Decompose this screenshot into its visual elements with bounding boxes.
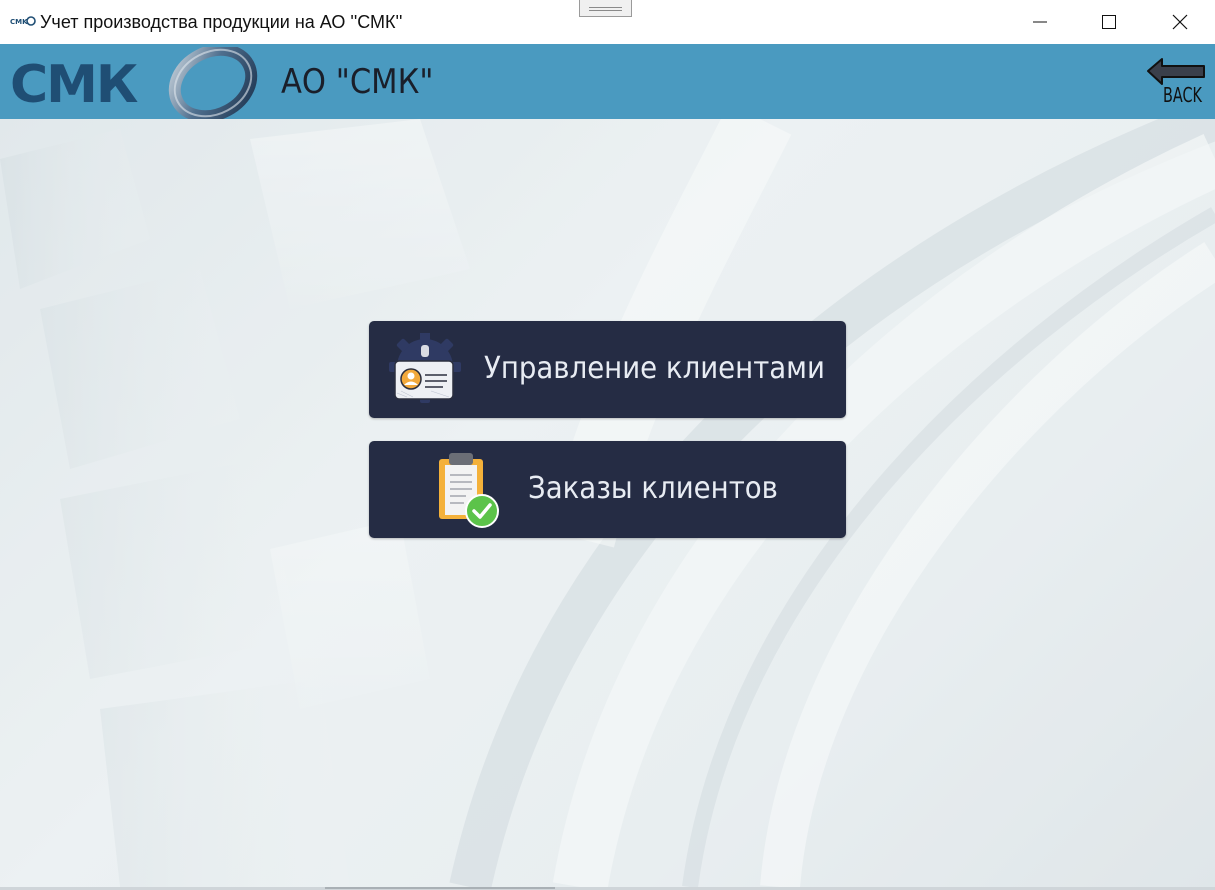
manage-clients-label: Управление клиентами: [484, 351, 825, 386]
maximize-button[interactable]: [1074, 0, 1144, 44]
close-icon: [1172, 14, 1188, 30]
client-card-gear-icon: [389, 333, 461, 403]
client-orders-button[interactable]: Заказы клиентов: [369, 441, 846, 538]
main-content-area: Управление клиентами Заказы клиентов: [0, 119, 1215, 887]
manage-clients-button[interactable]: Управление клиентами: [369, 321, 846, 418]
clipboard-check-icon: [439, 453, 499, 528]
minimize-icon: [1033, 21, 1047, 23]
logo-text: СМК: [10, 55, 138, 115]
client-orders-label: Заказы клиентов: [528, 471, 778, 506]
company-name: АО "СМК": [281, 62, 434, 102]
app-logo-icon: CMK: [10, 16, 36, 26]
drag-grip-handle[interactable]: [579, 0, 632, 17]
back-label: BACK: [1163, 83, 1202, 107]
company-logo: СМК: [10, 47, 260, 119]
maximize-icon: [1102, 15, 1116, 29]
window-titlebar[interactable]: CMK Учет производства продукции на АО ''…: [0, 0, 1215, 44]
window-title: Учет производства продукции на АО ''СМК'…: [40, 12, 403, 32]
logo-ring-icon: [168, 47, 258, 119]
close-button[interactable]: [1145, 0, 1215, 44]
back-button[interactable]: BACK: [1143, 55, 1209, 111]
svg-text:CMK: CMK: [10, 18, 28, 26]
app-header: СМК: [0, 44, 1215, 119]
minimize-button[interactable]: [1005, 0, 1075, 44]
